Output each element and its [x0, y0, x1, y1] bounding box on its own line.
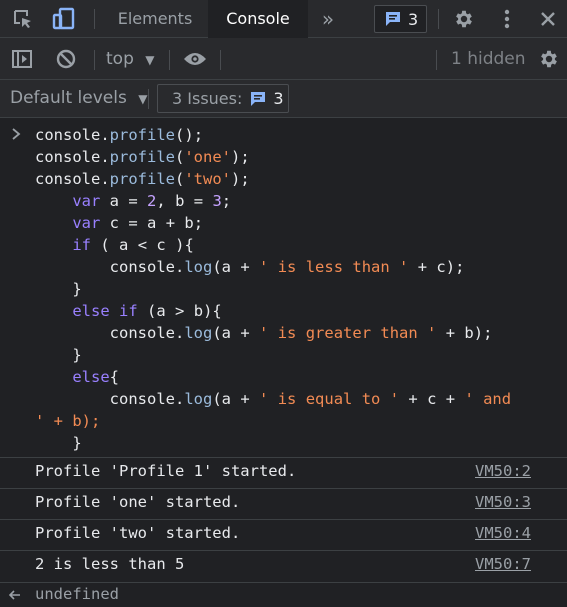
console-input-code: console.profile(); console.profile('one'… [35, 124, 511, 454]
input-prompt-chevron-icon [9, 127, 23, 141]
code-line: console.log(a + ' is greater than ' + b)… [109, 324, 493, 342]
code-line: console.profile(); [35, 126, 204, 144]
levels-bar: Default levels ▼ 3 Issues: 3 [0, 80, 567, 118]
console-settings-gear-icon[interactable] [537, 47, 561, 71]
code-line: } [72, 280, 82, 298]
log-message: Profile 'Profile 1' started. [35, 462, 297, 480]
divider [436, 50, 437, 70]
code-line: } [72, 434, 82, 452]
log-message: Profile 'two' started. [35, 524, 241, 542]
log-source-link[interactable]: VM50:2 [475, 462, 531, 480]
devtools-tab-bar: Elements Console » 3 [0, 0, 567, 38]
divider [169, 50, 170, 70]
console-toolbar: top ▼ 1 hidden [0, 38, 567, 111]
message-icon [250, 91, 266, 107]
console-log-row: Profile 'one' started. VM50:3 [0, 488, 567, 518]
dropdown-arrow-icon: ▼ [145, 53, 155, 67]
divider [438, 9, 439, 29]
console-log-row: Profile 'two' started. VM50:4 [0, 519, 567, 549]
more-tabs-button[interactable]: » [314, 0, 342, 38]
code-line: else{ [72, 368, 119, 386]
hidden-messages-count: 1 hidden [451, 49, 526, 69]
result-row: undefined [0, 582, 567, 607]
code-line: ' + b); [35, 412, 101, 430]
settings-gear-icon[interactable] [452, 7, 476, 31]
issues-button[interactable]: 3 Issues: 3 [157, 84, 289, 113]
messages-count: 3 [408, 9, 419, 29]
clear-console-icon[interactable] [54, 47, 78, 71]
result-value: undefined [35, 585, 119, 603]
console-log-row: 2 is less than 5 VM50:7 [0, 550, 567, 580]
code-line: console.profile('two'); [35, 170, 250, 188]
context-selector[interactable]: top ▼ [106, 38, 155, 80]
issues-label: 3 Issues: [172, 89, 243, 108]
divider [220, 50, 221, 70]
result-arrow-icon [8, 588, 22, 602]
log-source-link[interactable]: VM50:4 [475, 524, 531, 542]
sidebar-toggle-icon[interactable] [10, 47, 34, 71]
close-icon[interactable] [537, 8, 559, 30]
live-expression-eye-icon[interactable] [182, 48, 208, 70]
log-message: 2 is less than 5 [35, 555, 185, 573]
log-levels-dropdown[interactable]: Default levels ▼ [10, 80, 147, 118]
inspect-element-icon[interactable] [12, 8, 34, 30]
divider [94, 50, 95, 70]
message-icon [385, 11, 401, 27]
tab-elements[interactable]: Elements [103, 0, 207, 38]
code-line: if ( a < c ){ [72, 236, 194, 254]
dropdown-arrow-icon: ▼ [138, 92, 148, 106]
device-toolbar-icon[interactable] [51, 6, 77, 32]
code-line: var c = a + b; [72, 214, 204, 232]
code-line: console.log(a + ' is less than ' + c); [109, 258, 465, 276]
more-options-icon[interactable] [497, 7, 517, 31]
log-message: Profile 'one' started. [35, 493, 241, 511]
tab-console[interactable]: Console [208, 0, 308, 38]
messages-badge[interactable]: 3 [374, 5, 427, 33]
log-source-link[interactable]: VM50:7 [475, 555, 531, 573]
code-line: else if (a > b){ [72, 302, 222, 320]
console-log-row: Profile 'Profile 1' started. VM50:2 [0, 457, 567, 487]
divider [94, 9, 95, 29]
code-line: var a = 2, b = 3; [72, 192, 232, 210]
code-line: console.log(a + ' is equal to ' + c + ' … [109, 390, 512, 408]
code-line: } [72, 346, 82, 364]
issues-count: 3 [273, 89, 284, 108]
code-line: console.profile('one'); [35, 148, 250, 166]
divider [148, 89, 149, 109]
log-levels-label: Default levels [10, 88, 127, 108]
context-label: top [106, 49, 134, 69]
log-source-link[interactable]: VM50:3 [475, 493, 531, 511]
